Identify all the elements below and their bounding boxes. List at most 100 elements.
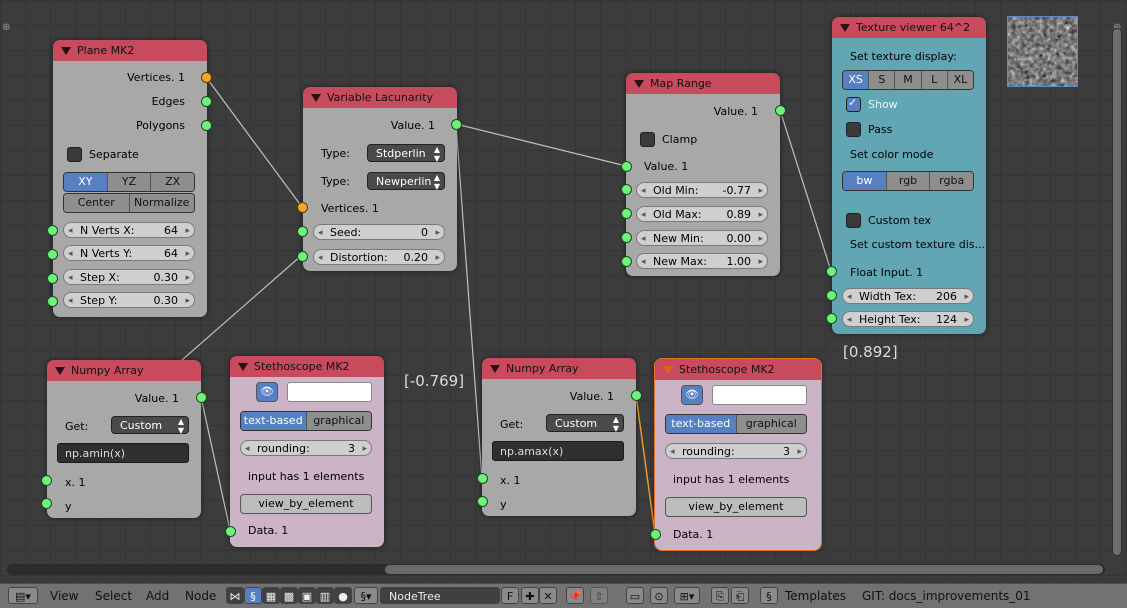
node-header[interactable]: Variable Lacunarity [303, 87, 457, 108]
node-tree-type-icon[interactable]: §▾ [354, 587, 378, 604]
socket-value-out[interactable] [196, 392, 207, 403]
rounding-field[interactable]: rounding: 3 [665, 443, 807, 460]
node-header[interactable]: Numpy Array [47, 360, 201, 381]
dir-yz-button[interactable]: YZ [107, 173, 152, 191]
height-tex-field[interactable]: Height Tex: 124 [842, 311, 974, 328]
go-parent-icon[interactable]: ⇧ [590, 587, 608, 604]
graphical-button[interactable]: graphical [736, 415, 806, 433]
socket-edges-out[interactable] [201, 96, 212, 107]
separate-checkbox[interactable] [67, 147, 82, 162]
display-mode-selector[interactable]: text-based graphical [240, 411, 372, 431]
image-icon[interactable]: ▥ [316, 587, 334, 604]
add-tree-icon[interactable]: ✚ [521, 587, 539, 604]
node-map-range[interactable]: Map Range Value. 1 Clamp Value. 1 Old Mi… [626, 73, 780, 276]
paste-icon[interactable]: ⎗ [731, 587, 749, 604]
color-swatch[interactable] [287, 382, 372, 402]
size-xs-button[interactable]: XS [843, 71, 870, 89]
expression-input[interactable]: np.amax(x) [492, 441, 624, 461]
mode-rgb-button[interactable]: rgb [886, 172, 931, 190]
get-dropdown[interactable]: Custom ▲ ▼ [111, 416, 189, 435]
socket-x-in[interactable] [477, 473, 488, 484]
templates-icon[interactable]: § [760, 587, 778, 604]
collapse-triangle-icon[interactable] [238, 363, 248, 371]
node-tree-name-field[interactable]: NodeTree [380, 587, 500, 604]
eye-icon[interactable]: 👁 [681, 385, 703, 405]
old-max-field[interactable]: Old Max: 0.89 [636, 206, 768, 223]
socket-vertices-out[interactable] [201, 72, 212, 83]
templates-menu[interactable]: Templates [785, 589, 846, 603]
node-stethoscope-2[interactable]: Stethoscope MK2 👁 text-based graphical r… [654, 358, 822, 551]
socket-new-max-in[interactable] [621, 256, 632, 267]
socket-x-in[interactable] [41, 475, 52, 486]
socket-y-in[interactable] [477, 496, 488, 507]
sverchok-tree-icon[interactable]: § [244, 587, 262, 604]
backdrop-icon[interactable]: ▭ [626, 587, 644, 604]
socket-old-max-in[interactable] [621, 208, 632, 219]
clamp-checkbox[interactable] [640, 132, 655, 147]
socket-seed-in[interactable] [297, 226, 308, 237]
center-button[interactable]: Center [64, 194, 130, 212]
node-header[interactable]: Numpy Array [482, 358, 636, 379]
node-numpy-array-2[interactable]: Numpy Array Value. 1 Get: Custom ▲ ▼ np.am… [482, 358, 636, 516]
direction-selector[interactable]: XY YZ ZX [63, 172, 195, 192]
compositing-tree-icon[interactable]: ▦ [262, 587, 280, 604]
size-xl-button[interactable]: XL [947, 71, 973, 89]
node-stethoscope-1[interactable]: Stethoscope MK2 👁 text-based graphical r… [230, 356, 384, 547]
collapse-triangle-icon[interactable] [840, 24, 850, 32]
socket-step-x-in[interactable] [47, 273, 58, 284]
graphical-button[interactable]: graphical [306, 412, 371, 430]
socket-data-in[interactable] [225, 526, 236, 537]
collapse-triangle-icon[interactable] [311, 94, 321, 102]
collapse-triangle-icon[interactable] [663, 366, 673, 374]
socket-value-out[interactable] [451, 119, 462, 130]
collapse-triangle-icon[interactable] [55, 367, 65, 375]
collapse-triangle-icon[interactable] [61, 47, 71, 55]
node-header[interactable]: Texture viewer 64^2 [832, 17, 986, 38]
scrollbar-thumb[interactable] [1113, 29, 1121, 555]
socket-new-min-in[interactable] [621, 232, 632, 243]
socket-value-out[interactable] [631, 390, 642, 401]
text-based-button[interactable]: text-based [666, 415, 737, 433]
center-normalize-row[interactable]: Center Normalize [63, 193, 195, 213]
n-verts-x-field[interactable]: N Verts X: 64 [63, 222, 195, 239]
scrollbar-thumb[interactable] [385, 565, 1103, 574]
expression-input[interactable]: np.amin(x) [57, 443, 189, 463]
socket-vertices-in[interactable] [297, 202, 308, 213]
menu-select[interactable]: Select [95, 589, 132, 603]
snap-toggle-icon[interactable]: ⊙ [650, 587, 668, 604]
editor-type-icon[interactable]: ▤▾ [8, 587, 38, 604]
menu-node[interactable]: Node [185, 589, 216, 603]
horizontal-scrollbar[interactable] [7, 564, 1105, 575]
width-tex-field[interactable]: Width Tex: 206 [842, 288, 974, 305]
eye-icon[interactable]: 👁 [256, 382, 278, 402]
normalize-button[interactable]: Normalize [129, 194, 194, 212]
fake-user-button[interactable]: F [501, 587, 519, 604]
node-header[interactable]: Map Range [626, 73, 780, 94]
sphere-icon[interactable]: ● [334, 587, 352, 604]
dir-xy-button[interactable]: XY [64, 173, 108, 191]
mode-rgba-button[interactable]: rgba [930, 172, 973, 190]
size-m-button[interactable]: M [895, 71, 922, 89]
vertical-scrollbar[interactable] [1112, 28, 1122, 556]
show-checkbox[interactable] [846, 96, 861, 112]
snap-element-icon[interactable]: ⊞▾ [674, 587, 700, 604]
socket-distortion-in[interactable] [297, 251, 308, 262]
view-by-element-button[interactable]: view_by_element [240, 494, 372, 514]
rounding-field[interactable]: rounding: 3 [240, 440, 372, 457]
color-swatch[interactable] [712, 385, 807, 405]
socket-height-in[interactable] [826, 313, 837, 324]
node-variable-lacunarity[interactable]: Variable Lacunarity Value. 1 Type: Stdpe… [303, 87, 457, 271]
collapse-triangle-icon[interactable] [490, 365, 500, 373]
distortion-field[interactable]: Distortion: 0.20 [313, 249, 445, 266]
get-dropdown[interactable]: Custom ▲ ▼ [546, 414, 624, 433]
texture-tree-icon[interactable]: ▩ [280, 587, 298, 604]
socket-y-in[interactable] [41, 498, 52, 509]
view-by-element-button[interactable]: view_by_element [665, 497, 807, 517]
shader-tree-icon[interactable]: ⋈ [226, 587, 244, 604]
socket-data-in[interactable] [650, 529, 661, 540]
size-l-button[interactable]: L [921, 71, 948, 89]
socket-float-in[interactable] [826, 266, 837, 277]
socket-n-verts-x-in[interactable] [47, 225, 58, 236]
socket-value-out[interactable] [775, 105, 786, 116]
type1-dropdown[interactable]: Stdperlin ▲ ▼ [367, 144, 445, 163]
